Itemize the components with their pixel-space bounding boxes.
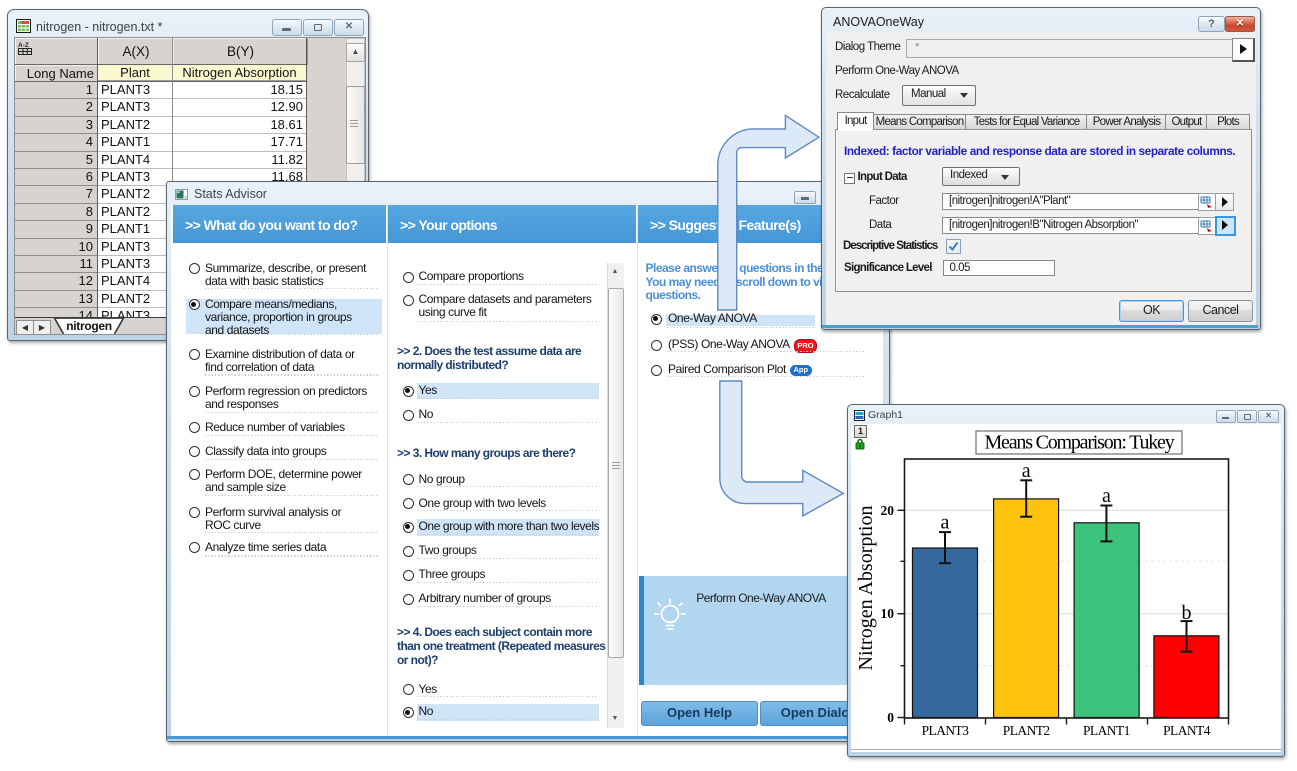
svg-text:A-Z: A-Z xyxy=(18,42,29,49)
svg-text:PLANT4: PLANT4 xyxy=(1163,723,1211,738)
svg-text:PLANT2: PLANT2 xyxy=(1003,723,1050,738)
svg-text:0: 0 xyxy=(887,710,894,725)
svg-text:PLANT3: PLANT3 xyxy=(922,723,970,738)
svg-text:a: a xyxy=(1022,460,1031,482)
svg-text:b: b xyxy=(1182,602,1192,624)
svg-text:PLANT1: PLANT1 xyxy=(1083,723,1130,738)
svg-text:20: 20 xyxy=(881,503,895,518)
svg-text:10: 10 xyxy=(881,606,895,621)
svg-text:Means Comparison: Tukey: Means Comparison: Tukey xyxy=(984,432,1174,454)
svg-text:a: a xyxy=(1102,485,1111,507)
svg-text:a: a xyxy=(941,512,950,534)
svg-text:Nitrogen Absorption: Nitrogen Absorption xyxy=(855,506,877,671)
